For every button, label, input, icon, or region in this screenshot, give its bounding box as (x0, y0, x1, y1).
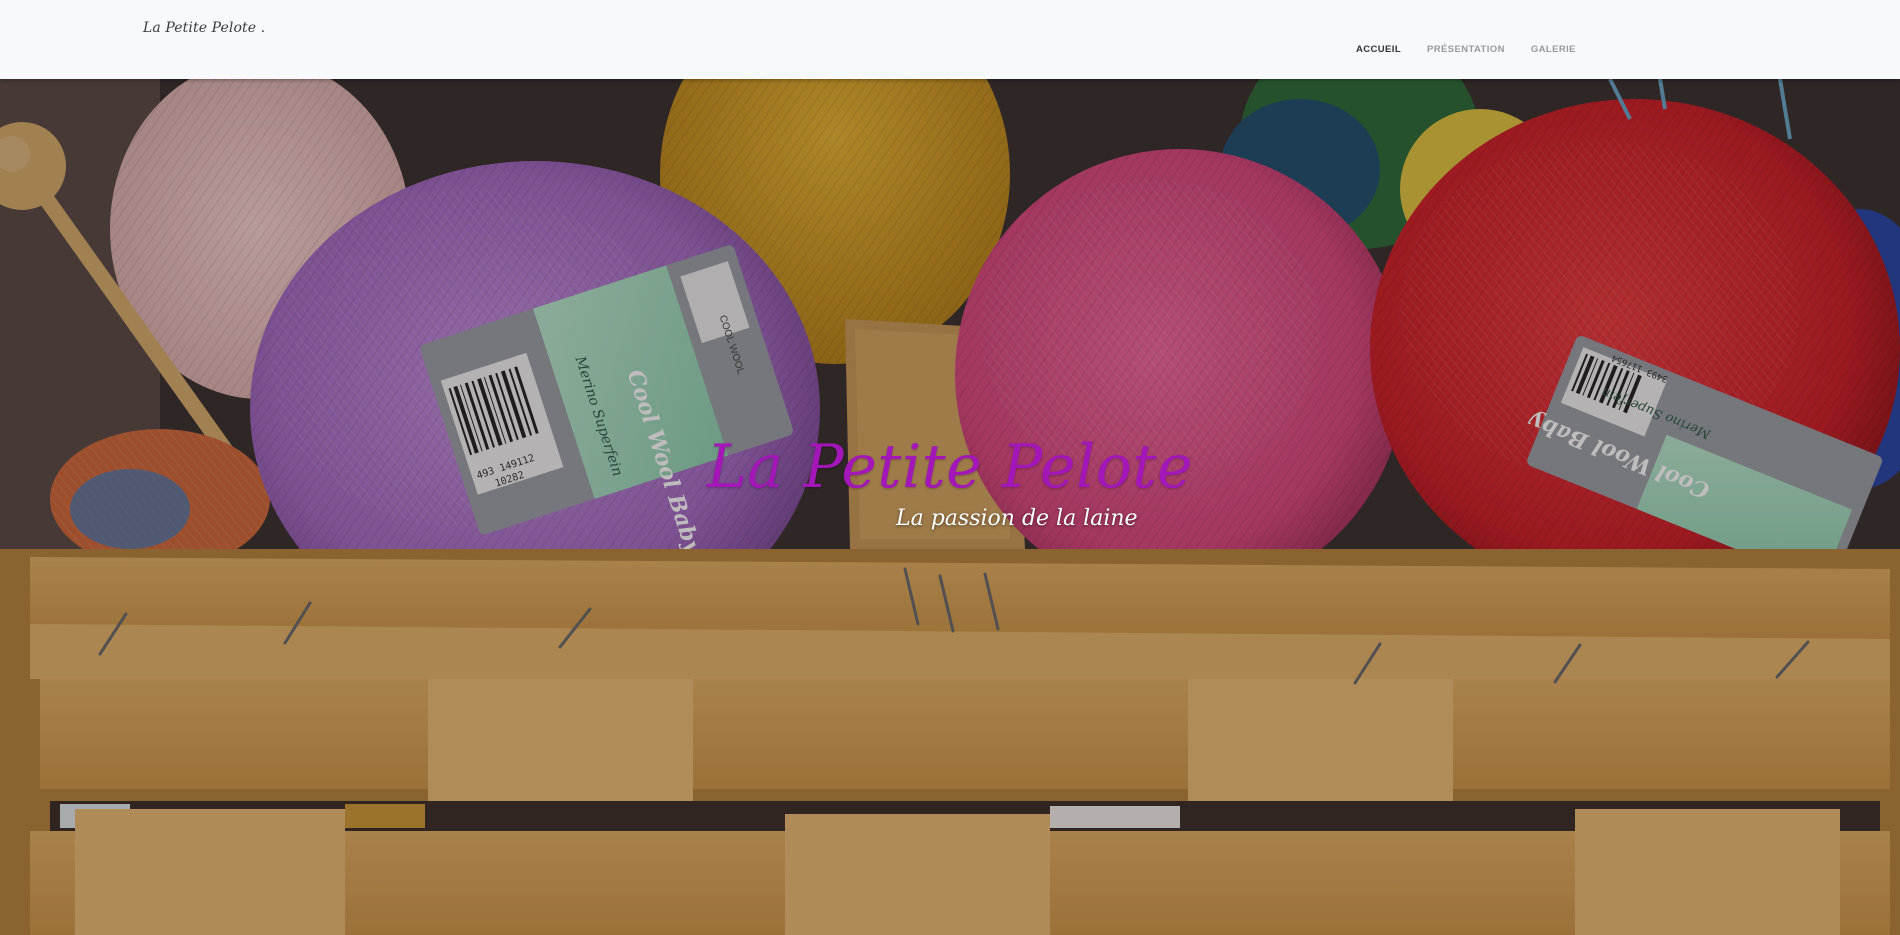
nav-link-presentation[interactable]: PRÉSENTATION (1427, 44, 1505, 55)
nav-link-accueil[interactable]: ACCUEIL (1356, 44, 1401, 55)
nav-item-presentation: PRÉSENTATION (1427, 37, 1505, 56)
nav-item-galerie: GALERIE (1531, 37, 1576, 56)
hero-title: La Petite Pelote (707, 432, 1193, 502)
hero-section: 493 149112 10282 Cool Wool Baby Merino S… (0, 79, 1900, 935)
navbar: La Petite Pelote . ACCUEIL PRÉSENTATION … (0, 0, 1900, 79)
page: La Petite Pelote . ACCUEIL PRÉSENTATION … (0, 0, 1900, 935)
wicker-basket (0, 549, 1900, 935)
nav-item-accueil: ACCUEIL (1356, 37, 1401, 56)
nav-link-galerie[interactable]: GALERIE (1531, 44, 1576, 55)
main-nav: ACCUEIL PRÉSENTATION GALERIE (1356, 37, 1576, 56)
brand-logo-link[interactable]: La Petite Pelote . (143, 20, 265, 36)
hero-subtitle: La passion de la laine (896, 506, 1138, 531)
